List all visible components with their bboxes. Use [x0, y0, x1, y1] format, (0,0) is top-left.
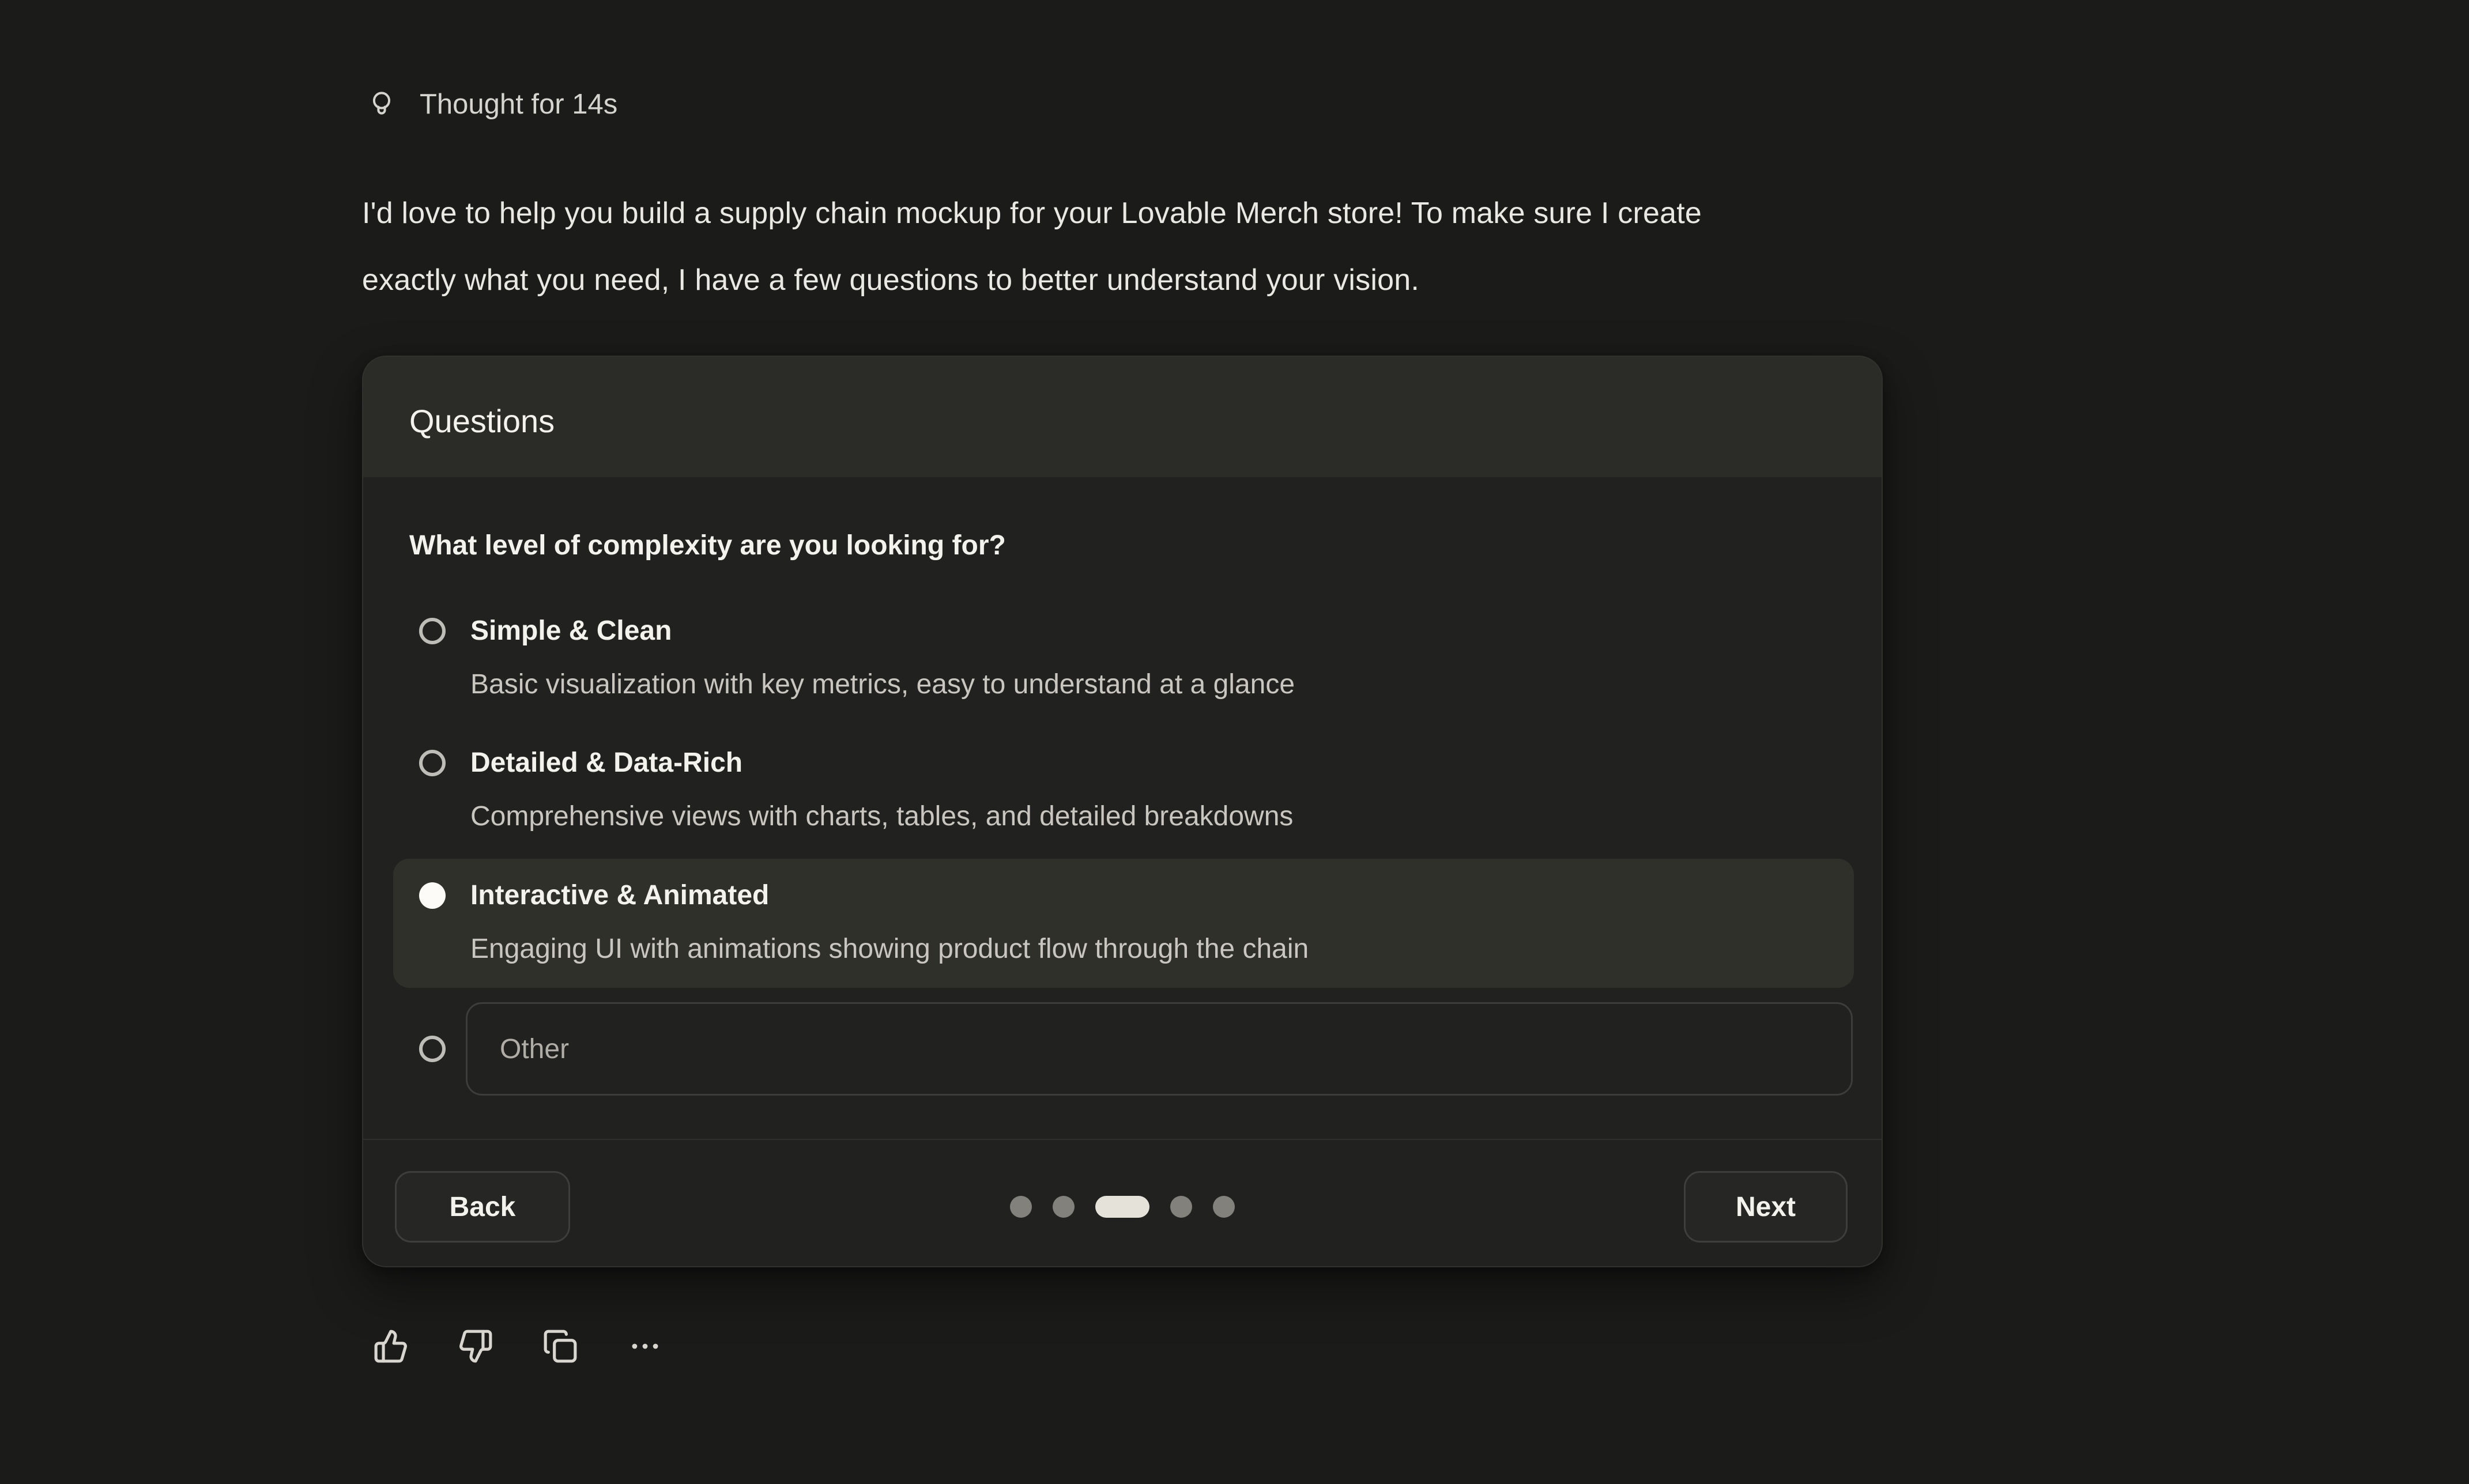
message-line: I'd love to help you build a supply chai… — [362, 180, 1702, 247]
other-input[interactable] — [466, 1002, 1853, 1096]
assistant-message: I'd love to help you build a supply chai… — [362, 180, 1702, 314]
card-footer: Back Next — [363, 1139, 1882, 1266]
back-button[interactable]: Back — [395, 1171, 570, 1243]
radio-unselected-icon[interactable] — [419, 1036, 446, 1062]
copy-icon — [542, 1328, 578, 1364]
option-other[interactable] — [393, 988, 1854, 1110]
option-simple-clean[interactable]: Simple & Clean Basic visualization with … — [393, 600, 1854, 709]
thought-toggle[interactable]: Thought for 14s — [365, 85, 617, 123]
option-label: Interactive & Animated — [470, 878, 769, 913]
progress-dot-active — [1095, 1196, 1149, 1218]
option-detailed-data-rich[interactable]: Detailed & Data-Rich Comprehensive views… — [393, 732, 1854, 841]
progress-dots — [1010, 1196, 1235, 1218]
message-line: exactly what you need, I have a few ques… — [362, 247, 1702, 314]
copy-button[interactable] — [541, 1327, 580, 1366]
progress-dot — [1053, 1196, 1075, 1218]
thought-label: Thought for 14s — [420, 85, 617, 123]
radio-selected-icon[interactable] — [419, 882, 446, 909]
chat-page: Thought for 14s I'd love to help you bui… — [0, 0, 2469, 1484]
questions-card: Questions What level of complexity are y… — [362, 356, 1883, 1267]
option-label: Detailed & Data-Rich — [470, 745, 742, 781]
option-description: Engaging UI with animations showing prod… — [470, 931, 1309, 967]
option-description: Comprehensive views with charts, tables,… — [470, 799, 1293, 834]
more-options-icon — [627, 1328, 663, 1364]
questions-card-header: Questions — [363, 357, 1882, 477]
progress-dot — [1170, 1196, 1192, 1218]
more-options-button[interactable] — [625, 1327, 665, 1366]
thumbs-down-icon — [458, 1328, 493, 1364]
progress-dot — [1213, 1196, 1235, 1218]
radio-unselected-icon[interactable] — [419, 618, 446, 644]
option-interactive-animated-selected[interactable]: Interactive & Animated Engaging UI with … — [393, 859, 1854, 988]
thumbs-down-button[interactable] — [456, 1327, 495, 1366]
lightbulb-icon — [365, 88, 398, 120]
question-heading: What level of complexity are you looking… — [409, 528, 1006, 564]
option-label: Simple & Clean — [470, 613, 672, 649]
option-description: Basic visualization with key metrics, ea… — [470, 667, 1295, 703]
card-title: Questions — [409, 403, 555, 440]
next-button[interactable]: Next — [1684, 1171, 1848, 1243]
thumbs-up-icon — [373, 1328, 409, 1364]
progress-dot — [1010, 1196, 1032, 1218]
thumbs-up-button[interactable] — [371, 1327, 410, 1366]
message-actions — [371, 1327, 665, 1366]
radio-unselected-icon[interactable] — [419, 750, 446, 776]
